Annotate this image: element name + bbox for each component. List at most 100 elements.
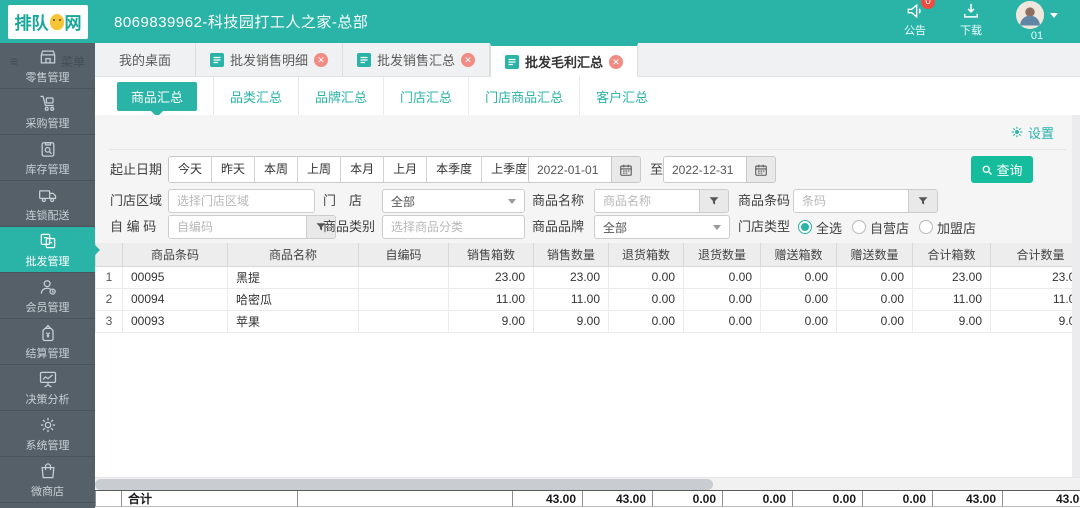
- sidebar-item-0[interactable]: 零售管理: [0, 43, 95, 89]
- cell: 0.00: [760, 265, 837, 289]
- sidebar-item-5[interactable]: 会员管理: [0, 273, 95, 319]
- date-range-label: 起止日期: [110, 162, 163, 177]
- vertical-scrollbar[interactable]: [1072, 115, 1080, 477]
- calendar-icon[interactable]: [611, 157, 640, 182]
- date-to-input[interactable]: [664, 157, 746, 182]
- logo-text-left: 排队: [14, 14, 49, 33]
- table-wrap: 商品条码 商品名称 自编码 销售箱数 销售数量 退货箱数 退货数量 赠送箱数 赠送数量 合计箱数合…: [95, 243, 1072, 333]
- system-icon: [38, 415, 58, 435]
- brand-select[interactable]: 全部: [594, 215, 730, 239]
- download-button[interactable]: 下载: [960, 1, 982, 38]
- column-header-3: 自编码: [358, 243, 449, 267]
- sidebar-item-label: 连锁配送: [25, 209, 70, 222]
- user-menu[interactable]: 01: [1016, 1, 1058, 42]
- total-cell-0: [95, 491, 122, 507]
- hscroll-thumb[interactable]: [95, 479, 713, 490]
- subtab-label: 客户汇总: [596, 89, 649, 105]
- table-row-1[interactable]: 2 00094 哈密瓜 11.00 11.00 0.00 0.00 0.00 0.00 11.00…: [95, 287, 1072, 311]
- cell: 0.00: [683, 287, 761, 311]
- subtab-3[interactable]: 门店汇总: [384, 77, 470, 115]
- filter-funnel-icon[interactable]: [908, 190, 937, 212]
- column-header-6: 退货箱数: [608, 243, 684, 267]
- horizontal-scrollbar[interactable]: [95, 477, 1080, 490]
- sidebar-item-8[interactable]: 系统管理: [0, 411, 95, 457]
- date-preset-2[interactable]: 本周: [254, 157, 298, 182]
- table-row-2[interactable]: 300093苹果9.009.000.000.000.000.009.009.00: [95, 309, 1072, 333]
- category-input[interactable]: [382, 215, 525, 239]
- cell: 23.00: [990, 265, 1072, 289]
- date-preset-5[interactable]: 上月: [383, 157, 427, 182]
- store-type-radio-1[interactable]: 自营店: [852, 218, 909, 237]
- store-select[interactable]: 全部: [382, 189, 525, 213]
- cell: 11.00: [533, 287, 609, 311]
- total-cell-4: 43.00: [583, 491, 653, 507]
- subtab-2[interactable]: 品牌汇总: [299, 77, 385, 115]
- total-cell-8: 0.00: [863, 491, 933, 507]
- subtab-1[interactable]: 品类汇总: [214, 77, 300, 115]
- sidebar-item-label: 零售管理: [25, 71, 70, 84]
- cell: 0.00: [836, 265, 913, 289]
- filter-row-dates: 起止日期 今天昨天本周上周本月上月本季度上季度今年 至 查询: [95, 156, 1080, 183]
- subtab-5[interactable]: 客户汇总: [580, 77, 664, 115]
- close-icon[interactable]: ✕: [461, 52, 476, 67]
- tab-2[interactable]: 批发销售汇总 ✕: [343, 43, 491, 76]
- cell: 9.00: [533, 309, 609, 333]
- close-icon[interactable]: ✕: [314, 52, 329, 67]
- sidebar-item-1[interactable]: 采购管理: [0, 89, 95, 135]
- logo[interactable]: 排队 网: [8, 4, 88, 39]
- cell: 苹果: [227, 309, 359, 333]
- table-row-0[interactable]: 1 00095 黑提 23.00 23.00 0.00 0.00 0.00 0.00 23.00 2…: [95, 265, 1072, 289]
- sidebar-item-9[interactable]: 微商店: [0, 457, 95, 503]
- total-label: 合计: [122, 491, 298, 507]
- avatar: [1016, 1, 1044, 29]
- sidebar-item-2[interactable]: 库存管理: [0, 135, 95, 181]
- date-preset-6[interactable]: 本季度: [426, 157, 482, 182]
- store-type-radio-2[interactable]: 加盟店: [919, 218, 976, 237]
- sidebar-item-label: 结算管理: [25, 347, 70, 360]
- sidebar-item-6[interactable]: 结算管理: [0, 319, 95, 365]
- sidebar-item-7[interactable]: 决策分析: [0, 365, 95, 411]
- settlement-icon: [38, 323, 58, 343]
- product-name-label: 商品名称: [532, 193, 585, 208]
- date-from-input[interactable]: [529, 157, 611, 182]
- store-type-radio-0[interactable]: 全选: [798, 218, 842, 237]
- tab-0[interactable]: 我的桌面: [95, 43, 197, 76]
- tab-label: 我的桌面: [119, 53, 172, 68]
- close-icon[interactable]: ✕: [609, 54, 624, 69]
- barcode-label: 商品条码: [738, 193, 791, 208]
- product-name-input[interactable]: [595, 190, 699, 212]
- sidebar-item-4[interactable]: 批发管理: [0, 227, 100, 273]
- tab-label: 批发销售汇总: [377, 53, 456, 68]
- date-preset-3[interactable]: 上周: [297, 157, 341, 182]
- cell: 1: [95, 265, 123, 289]
- cell: 00093: [122, 309, 228, 333]
- brand-label: 商品品牌: [532, 219, 585, 234]
- date-preset-0[interactable]: 今天: [169, 157, 212, 182]
- filter-funnel-icon[interactable]: [699, 190, 728, 212]
- date-preset-1[interactable]: 昨天: [211, 157, 255, 182]
- barcode-input[interactable]: [794, 190, 908, 212]
- filter-panel: 设置 起止日期 今天昨天本周上周本月上月本季度上季度今年 至: [95, 115, 1080, 243]
- cell: [358, 309, 449, 333]
- purchase-icon: [38, 93, 58, 113]
- cell: 11.00: [990, 287, 1072, 311]
- user-label: 01: [1030, 30, 1044, 42]
- tab-1[interactable]: 批发销售明细 ✕: [196, 43, 344, 76]
- total-cell-9: 43.00: [933, 491, 1003, 507]
- calendar-icon[interactable]: [746, 157, 775, 182]
- subtab-4[interactable]: 门店商品汇总: [469, 77, 581, 115]
- barcode-group: [793, 189, 938, 213]
- own-code-input[interactable]: [169, 216, 306, 238]
- chevron-down-icon: [1050, 12, 1058, 18]
- announcement-button[interactable]: 0 公告: [904, 0, 935, 38]
- sidebar-item-3[interactable]: 连锁配送: [0, 181, 95, 227]
- date-preset-4[interactable]: 本月: [340, 157, 384, 182]
- to-label: 至: [650, 162, 664, 177]
- tab-3[interactable]: 批发毛利汇总 ✕: [490, 43, 639, 77]
- storefront-icon: [38, 47, 58, 67]
- query-button[interactable]: 查询: [971, 156, 1033, 183]
- subtab-0[interactable]: 商品汇总: [101, 77, 215, 117]
- sidebar: ≡ 菜单 零售管理 采购管理 库存管理 连锁配送 批发管理 会员管理 结算管理 …: [0, 43, 100, 508]
- store-area-input[interactable]: [168, 189, 315, 213]
- settings-button[interactable]: 设置: [1010, 123, 1054, 142]
